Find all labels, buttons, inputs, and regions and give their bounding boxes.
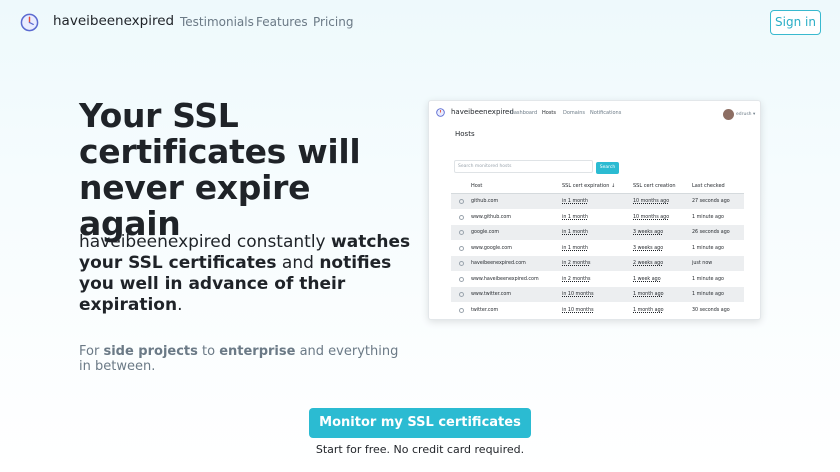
- clock-logo-icon[interactable]: [20, 13, 39, 32]
- hero-headline: Your SSL certificates will never expire …: [79, 96, 361, 243]
- cell-host: www.twitter.com: [471, 292, 512, 297]
- status-dot-icon: [459, 245, 464, 251]
- col-header-last-checked: Last checked: [692, 183, 725, 189]
- brand-name[interactable]: haveibeenexpired: [53, 13, 174, 29]
- for-bold-side-projects: side projects: [103, 344, 198, 359]
- cta-subtext: Start for free. No credit card required.: [315, 443, 525, 456]
- screenshot-page-title: Hosts: [455, 130, 475, 138]
- screenshot-nav-dashboard: Dashboard: [510, 110, 538, 116]
- desc-text: .: [177, 295, 183, 315]
- cell-creation: 1 month ago: [633, 292, 664, 297]
- table-row: www.twitter.com in 10 months 1 month ago 1 …: [451, 287, 744, 302]
- status-dot-icon: [459, 292, 464, 297]
- cell-creation: 1 week ago: [633, 276, 661, 282]
- cell-creation: 10 months ago: [633, 214, 670, 220]
- status-dot-icon: [459, 230, 464, 235]
- cell-checked: 26 seconds ago: [692, 230, 730, 235]
- table-row: haveibeenexpired.com in 2 months 2 weeks a…: [451, 256, 744, 271]
- status-dot-icon: [459, 199, 464, 204]
- screenshot-search-button: Search: [596, 162, 619, 174]
- cell-host: www.google.com: [471, 245, 512, 251]
- nav-link-pricing[interactable]: Pricing: [313, 15, 353, 29]
- cell-creation: 3 weeks ago: [633, 245, 664, 251]
- for-text: to: [197, 344, 220, 359]
- cell-expiration: in 1 month: [562, 230, 589, 235]
- table-row: twitter.com in 10 months 1 month ago 30 sec…: [451, 303, 744, 318]
- cell-checked: 1 minute ago: [692, 292, 724, 297]
- table-row: www.haveibeenexpired.com in 2 months 1 wee…: [451, 272, 744, 287]
- cell-creation: 2 weeks ago: [633, 261, 664, 266]
- nav-link-testimonials[interactable]: Testimonials: [180, 15, 254, 29]
- cell-host: www.haveibeenexpired.com: [471, 276, 539, 282]
- screenshot-username: edrush ▾: [736, 112, 756, 117]
- screenshot-nav-notifications: Notifications: [590, 110, 622, 116]
- cell-expiration: in 1 month: [562, 214, 589, 220]
- audience-text: For side projects to enterprise and ever…: [79, 344, 409, 374]
- cell-expiration: in 2 months: [562, 276, 591, 282]
- cell-checked: 1 minute ago: [692, 214, 724, 220]
- dashboard-screenshot: haveibeenexpired Dashboard Hosts Domains…: [428, 100, 761, 320]
- cell-creation: 10 months ago: [633, 199, 670, 204]
- col-header-host: Host: [471, 183, 483, 189]
- status-dot-icon: [459, 214, 464, 220]
- status-dot-icon: [459, 276, 464, 282]
- for-bold-enterprise: enterprise: [219, 344, 296, 359]
- screenshot-brand: haveibeenexpired: [451, 108, 514, 116]
- table-row: www.google.com in 1 month 3 weeks ago 1 min…: [451, 241, 744, 256]
- col-header-expiration: SSL cert expiration ↓: [562, 183, 616, 189]
- cell-creation: 1 month ago: [633, 307, 664, 313]
- cell-checked: 27 seconds ago: [692, 199, 730, 204]
- cell-expiration: in 2 months: [562, 261, 591, 266]
- table-row: www.github.com in 1 month 10 months ago 1 m…: [451, 210, 744, 225]
- status-dot-icon: [459, 307, 464, 313]
- screenshot-nav-domains: Domains: [563, 110, 586, 116]
- clock-logo-icon: [436, 108, 445, 117]
- cell-host: github.com: [471, 199, 499, 204]
- screenshot-nav-hosts: Hosts: [542, 110, 556, 116]
- cell-host: www.github.com: [471, 214, 512, 220]
- status-dot-icon: [459, 261, 464, 266]
- username-text: edrush: [736, 112, 752, 117]
- desc-text: and: [276, 253, 320, 273]
- table-row: github.com in 1 month 10 months ago 27 seco…: [451, 194, 744, 209]
- cell-host: haveibeenexpired.com: [471, 261, 526, 266]
- cell-checked: 30 seconds ago: [692, 307, 730, 313]
- cell-expiration: in 10 months: [562, 307, 594, 313]
- top-nav: haveibeenexpired Testimonials Features P…: [0, 0, 840, 46]
- nav-link-features[interactable]: Features: [256, 15, 308, 29]
- cell-expiration: in 10 months: [562, 292, 594, 297]
- cell-host: google.com: [471, 230, 500, 235]
- cell-expiration: in 1 month: [562, 199, 589, 204]
- cell-checked: 1 minute ago: [692, 245, 724, 251]
- avatar: [723, 109, 734, 120]
- cell-checked: just now: [692, 261, 713, 266]
- cell-host: twitter.com: [471, 307, 499, 313]
- cell-creation: 3 weeks ago: [633, 230, 664, 235]
- sign-in-button[interactable]: Sign in: [770, 10, 821, 35]
- cell-checked: 1 minute ago: [692, 276, 724, 282]
- col-header-creation: SSL cert creation: [633, 183, 676, 189]
- cell-expiration: in 1 month: [562, 245, 589, 251]
- desc-text: haveibeenexpired constantly: [79, 232, 332, 252]
- hero-description: haveibeenexpired constantly watches your…: [79, 232, 419, 316]
- table-row: google.com in 1 month 3 weeks ago 26 second…: [451, 225, 744, 240]
- screenshot-search-input: Search monitored hosts: [454, 160, 593, 173]
- for-text: For: [79, 344, 104, 359]
- monitor-cta-button[interactable]: Monitor my SSL certificates: [309, 408, 531, 438]
